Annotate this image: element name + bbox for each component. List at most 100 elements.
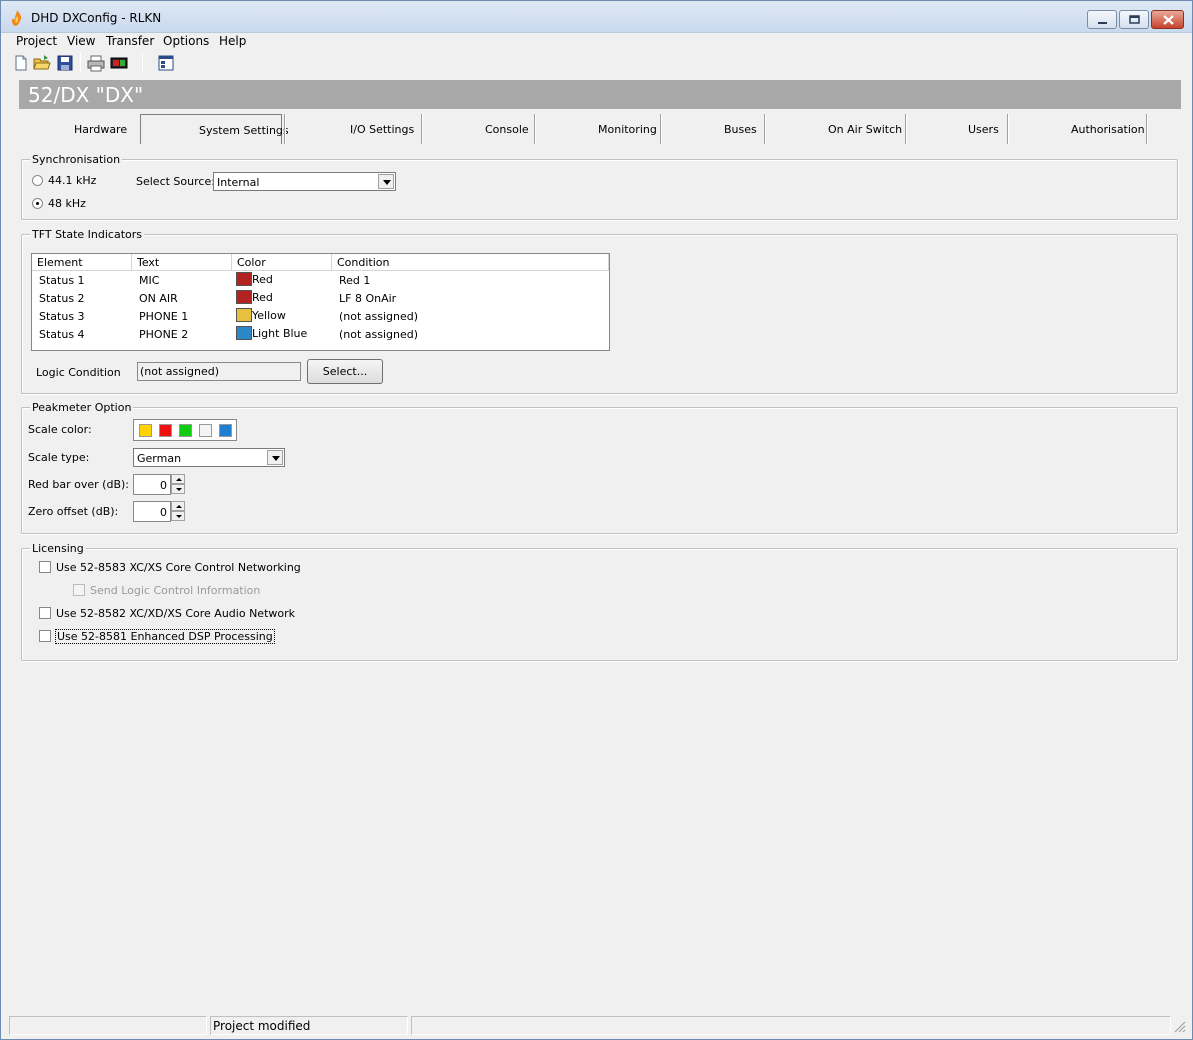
save-icon[interactable] <box>56 54 74 72</box>
menu-bar: Project View Transfer Options Help <box>9 33 1185 51</box>
cell-element: Status 4 <box>39 328 85 341</box>
spin-down-icon[interactable] <box>171 511 185 521</box>
spin-up-icon[interactable] <box>171 474 185 484</box>
tab-separator <box>764 114 766 144</box>
cell-text: MIC <box>139 274 160 287</box>
red-bar-label: Red bar over (dB): <box>28 478 129 491</box>
new-file-icon[interactable] <box>12 54 30 72</box>
properties-icon[interactable] <box>157 54 175 72</box>
close-button[interactable] <box>1151 10 1184 29</box>
radio-label: 48 kHz <box>48 197 86 210</box>
color-swatch-white[interactable] <box>199 424 212 437</box>
toolbar-separator <box>142 53 143 73</box>
tab-label: Authorisation <box>1071 123 1145 136</box>
spin-down-icon[interactable] <box>171 484 185 494</box>
tft-state-list[interactable]: Element Text Color Condition Status 1 MI… <box>31 253 610 351</box>
color-swatch-green[interactable] <box>179 424 192 437</box>
logic-condition-field[interactable]: (not assigned) <box>137 362 301 381</box>
color-swatch <box>236 272 252 286</box>
print-icon[interactable] <box>87 54 105 72</box>
tab-system-settings[interactable]: System Settings <box>140 114 289 144</box>
cell-condition: (not assigned) <box>339 328 419 341</box>
tab-hardware[interactable]: Hardware <box>21 114 139 144</box>
flame-app-icon <box>11 10 22 26</box>
tab-label: Buses <box>724 123 757 136</box>
scale-color-label: Scale color: <box>28 423 92 436</box>
select-source-value: Internal <box>217 176 260 189</box>
tab-authorisation[interactable]: Authorisation <box>1007 114 1149 144</box>
cell-color: Red <box>252 291 273 304</box>
column-header[interactable]: Element <box>32 254 132 271</box>
minimize-button[interactable] <box>1087 10 1117 29</box>
status-text: Project modified <box>213 1019 311 1033</box>
scale-color-picker[interactable] <box>133 419 237 441</box>
tab-label: Monitoring <box>598 123 657 136</box>
select-source-label: Select Source: <box>136 175 215 188</box>
red-bar-input[interactable]: 0 <box>133 474 171 495</box>
status-pane-2: Project modified <box>210 1016 408 1035</box>
tab-io-settings[interactable]: I/O Settings <box>284 114 421 144</box>
cell-text: PHONE 2 <box>139 328 189 341</box>
tab-label: Console <box>485 123 529 136</box>
select-source-dropdown[interactable]: Internal <box>213 172 396 191</box>
cell-color: Yellow <box>252 309 286 322</box>
scale-type-label: Scale type: <box>28 451 90 464</box>
scale-type-value: German <box>137 452 182 465</box>
zero-offset-input[interactable]: 0 <box>133 501 171 522</box>
radio-44-1-khz[interactable] <box>32 175 43 186</box>
color-swatch-red[interactable] <box>159 424 172 437</box>
open-folder-icon[interactable] <box>33 54 51 72</box>
select-button[interactable]: Select... <box>307 359 383 384</box>
tab-users[interactable]: Users <box>905 114 1007 144</box>
menu-project[interactable]: Project <box>16 34 57 48</box>
logic-condition-label: Logic Condition <box>36 366 121 379</box>
tab-separator <box>534 114 536 144</box>
maximize-button[interactable] <box>1119 10 1149 29</box>
tab-on-air-switch[interactable]: On Air Switch <box>764 114 905 144</box>
tab-console[interactable]: Console <box>421 114 534 144</box>
color-swatch <box>236 290 252 304</box>
column-header[interactable]: Text <box>132 254 232 271</box>
license-8583-checkbox[interactable] <box>39 561 51 573</box>
status-bar: Project modified <box>1 1014 1192 1039</box>
spin-up-icon[interactable] <box>171 501 185 511</box>
cell-text: ON AIR <box>139 292 178 305</box>
tab-separator <box>284 114 286 144</box>
zero-offset-stepper[interactable]: 0 <box>133 501 185 522</box>
menu-transfer[interactable]: Transfer <box>106 34 154 48</box>
column-header[interactable]: Color <box>232 254 332 271</box>
window-title: DHD DXConfig - RLKN <box>31 11 162 25</box>
status-pane-1 <box>9 1016 207 1035</box>
scale-type-dropdown[interactable]: German <box>133 448 285 467</box>
tab-separator <box>1007 114 1009 144</box>
radio-48-khz[interactable] <box>32 198 43 209</box>
license-8581-checkbox[interactable] <box>39 630 51 642</box>
tab-label: On Air Switch <box>828 123 903 136</box>
device-icon[interactable] <box>110 54 128 72</box>
device-header: 52/DX "DX" <box>19 80 1181 109</box>
cell-condition: (not assigned) <box>339 310 419 323</box>
color-swatch-yellow[interactable] <box>139 424 152 437</box>
title-bar: DHD DXConfig - RLKN <box>1 1 1192 33</box>
send-logic-control-label: Send Logic Control Information <box>90 584 261 597</box>
cell-text: PHONE 1 <box>139 310 189 323</box>
menu-view[interactable]: View <box>67 34 95 48</box>
menu-options[interactable]: Options <box>163 34 209 48</box>
chevron-down-icon <box>267 450 283 465</box>
tab-separator <box>421 114 423 144</box>
tab-label: I/O Settings <box>350 123 415 136</box>
license-8582-checkbox[interactable] <box>39 607 51 619</box>
resize-grip-icon[interactable] <box>1173 1020 1187 1034</box>
color-swatch <box>236 308 252 322</box>
license-8581-label: Use 52-8581 Enhanced DSP Processing <box>55 629 275 644</box>
tab-monitoring[interactable]: Monitoring <box>534 114 660 144</box>
send-logic-control-checkbox[interactable] <box>73 584 85 596</box>
column-header[interactable]: Condition <box>332 254 609 271</box>
menu-help[interactable]: Help <box>219 34 246 48</box>
tab-buses[interactable]: Buses <box>660 114 764 144</box>
synchronisation-group: Synchronisation <box>21 153 1178 220</box>
status-pane-3 <box>411 1016 1171 1035</box>
color-swatch-blue[interactable] <box>219 424 232 437</box>
red-bar-stepper[interactable]: 0 <box>133 474 185 495</box>
tab-separator <box>905 114 907 144</box>
